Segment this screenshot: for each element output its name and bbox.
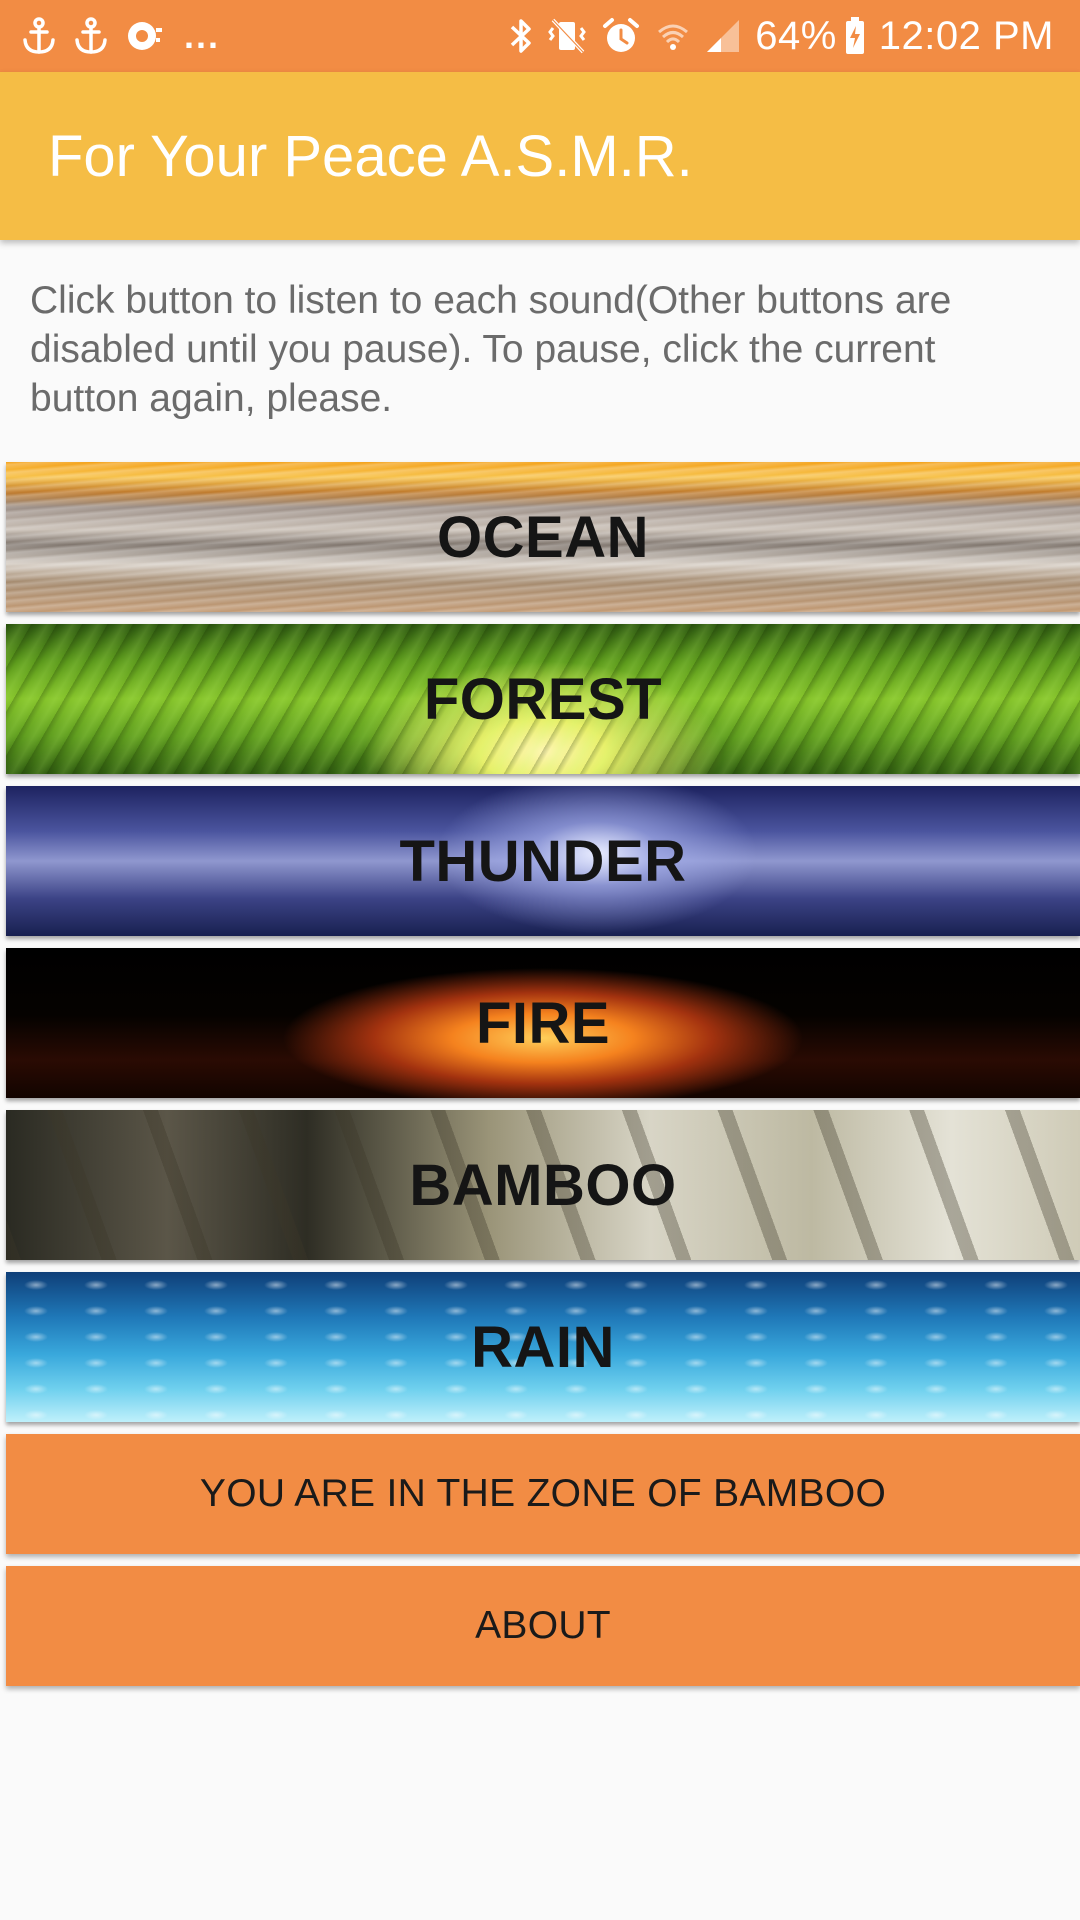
fire-label: FIRE [475, 990, 611, 1056]
about-button[interactable]: ABOUT [6, 1566, 1080, 1686]
thunder-label: THUNDER [399, 828, 687, 894]
ocean-button[interactable]: OCEAN [6, 462, 1080, 612]
bamboo-label: BAMBOO [409, 1152, 677, 1218]
rain-button[interactable]: RAIN [6, 1272, 1080, 1422]
ocean-label: OCEAN [437, 504, 649, 570]
bluetooth-icon [509, 16, 533, 56]
app-bar: For Your Peace A.S.M.R. [0, 72, 1080, 240]
status-bar: ... 64% 12:02 PM [0, 0, 1080, 72]
battery-percent: 64% [755, 13, 837, 58]
vibrate-mute-icon [547, 16, 587, 56]
anchor-icon [22, 17, 56, 55]
instructions-text: Click button to listen to each sound(Oth… [30, 279, 952, 420]
forest-button[interactable]: FOREST [6, 624, 1080, 774]
wifi-icon [655, 18, 691, 54]
more-notifications: ... [184, 15, 221, 56]
forest-label: FOREST [423, 666, 663, 732]
alarm-icon [601, 16, 641, 56]
status-bar-left: ... [22, 15, 238, 57]
status-bar-right: 64% 12:02 PM [495, 14, 1054, 59]
rain-label: RAIN [471, 1314, 615, 1380]
zone-status-button[interactable]: YOU ARE IN THE ZONE OF BAMBOO [6, 1434, 1080, 1554]
fire-button[interactable]: FIRE [6, 948, 1080, 1098]
clock: 12:02 PM [878, 13, 1054, 58]
notification-icon [126, 18, 166, 54]
anchor-icon [74, 17, 108, 55]
signal-icon [705, 18, 741, 54]
app-title: For Your Peace A.S.M.R. [48, 123, 693, 189]
bamboo-button[interactable]: BAMBOO [6, 1110, 1080, 1260]
battery-charging-icon [845, 17, 865, 55]
thunder-button[interactable]: THUNDER [6, 786, 1080, 936]
